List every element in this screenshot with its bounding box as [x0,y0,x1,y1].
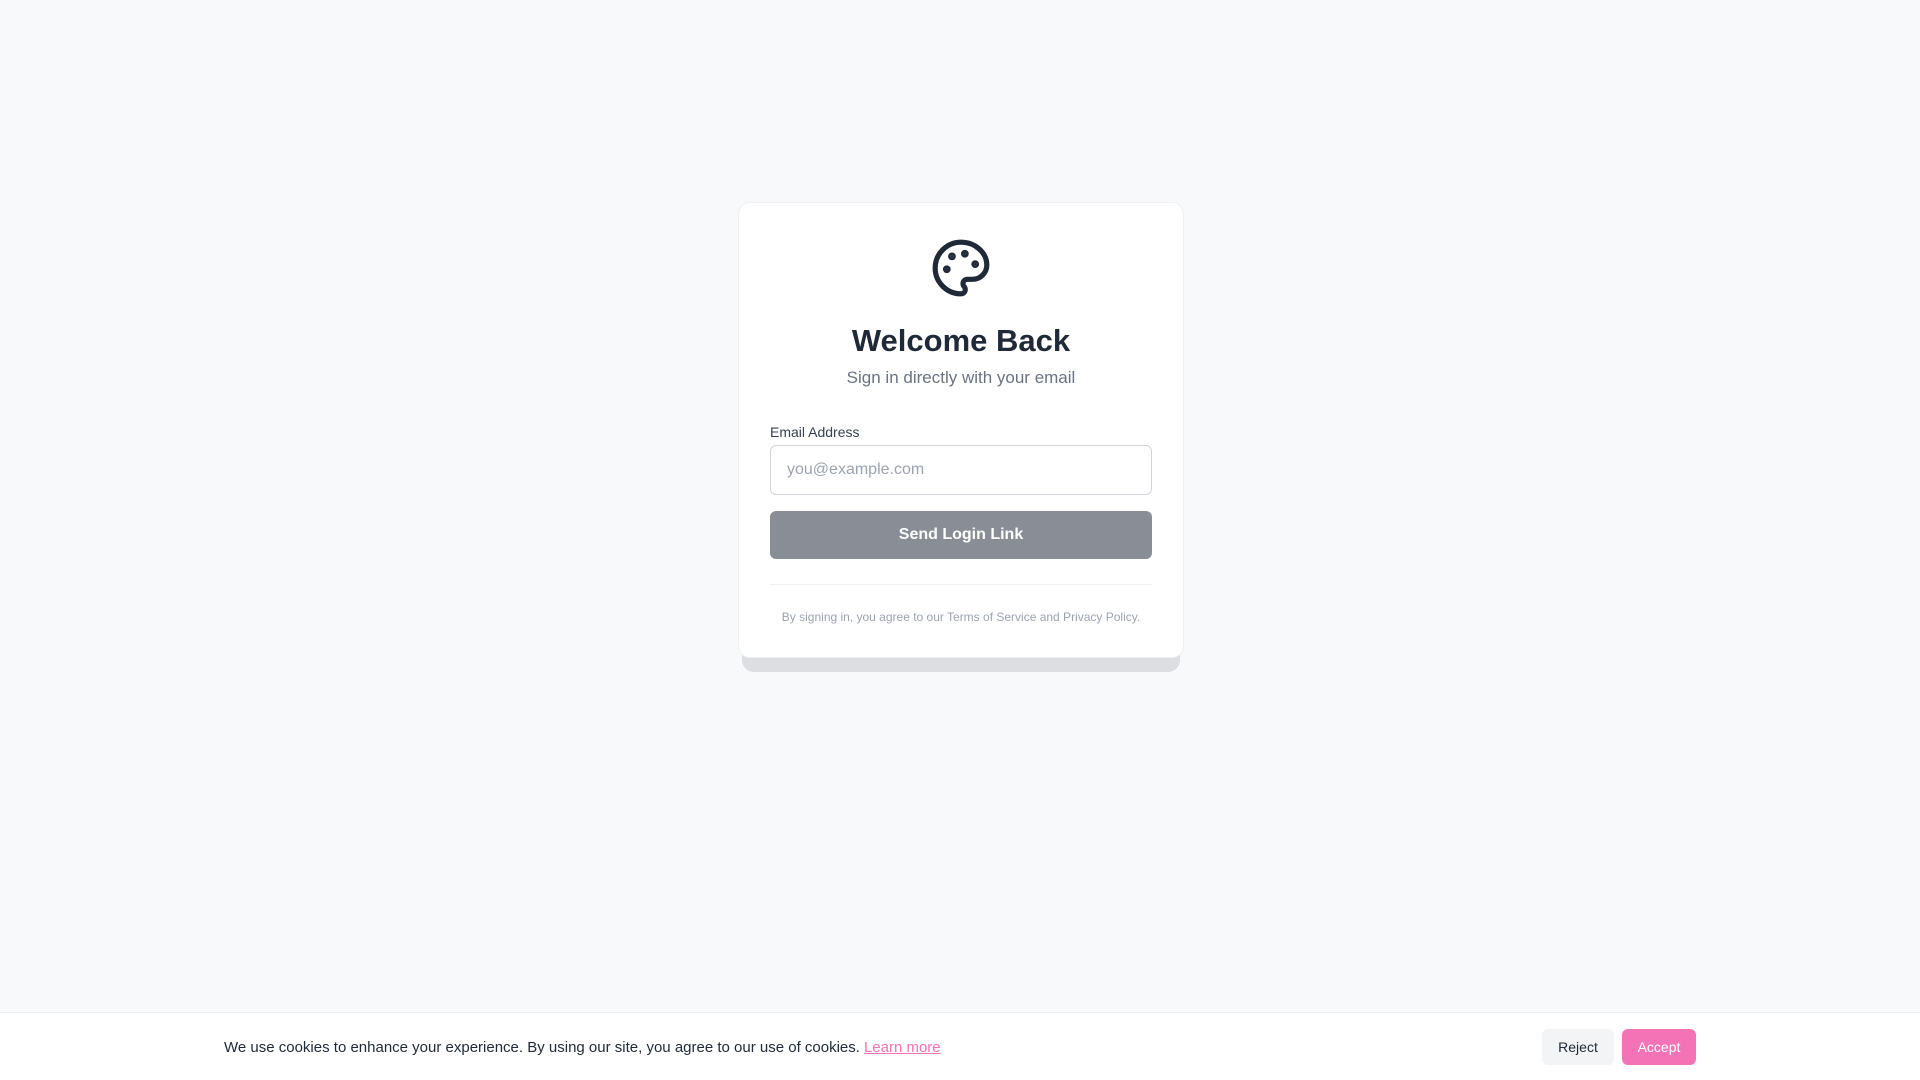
palette-icon [930,237,992,299]
divider [770,584,1152,585]
page-background: Welcome Back Sign in directly with your … [0,0,1920,1012]
cookie-message-row: We use cookies to enhance your experienc… [224,1039,941,1057]
cookie-message: We use cookies to enhance your experienc… [224,1039,860,1056]
page-subtitle: Sign in directly with your email [846,368,1076,387]
send-login-link-button[interactable]: Send Login Link [770,511,1152,559]
email-input[interactable] [770,445,1152,495]
email-label: Email Address [770,424,860,440]
legal-notice: By signing in, you agree to our Terms of… [781,610,1141,624]
login-card: Welcome Back Sign in directly with your … [738,202,1184,658]
cookie-banner: We use cookies to enhance your experienc… [0,1012,1920,1080]
accept-cookies-button[interactable]: Accept [1622,1029,1696,1065]
learn-more-link[interactable]: Learn more [864,1039,941,1056]
page-title: Welcome Back [851,323,1071,358]
login-card-container: Welcome Back Sign in directly with your … [738,202,1184,672]
reject-cookies-button[interactable]: Reject [1542,1029,1614,1065]
